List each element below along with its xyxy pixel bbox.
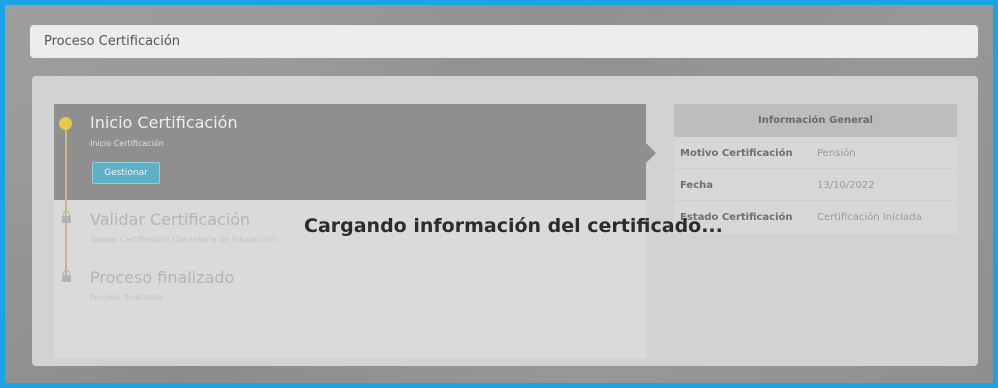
page-title: Proceso Certificación xyxy=(44,34,181,49)
gestionar-button-label: Gestionar xyxy=(104,168,148,178)
step-title-finalizado: Proceso finalizado xyxy=(90,268,235,287)
info-value-estado: Certificación Iniciada xyxy=(817,212,922,223)
info-general-header: Información General xyxy=(674,104,957,137)
info-row xyxy=(674,169,957,201)
step-subtitle-validar: Validar Certificación (Secretaría de Edu… xyxy=(90,235,276,244)
step-title-inicio: Inicio Certificación xyxy=(90,113,238,132)
gestionar-button[interactable]: Gestionar xyxy=(92,162,160,184)
step-pointer-arrow xyxy=(646,143,656,163)
info-value-motivo: Pensión xyxy=(817,148,856,159)
circle-dot-icon xyxy=(59,117,72,130)
info-general-title: Información General xyxy=(758,115,873,126)
step-subtitle-inicio: Inicio Certificación xyxy=(90,139,164,148)
lock-icon xyxy=(62,211,71,223)
info-label-motivo: Motivo Certificación xyxy=(680,148,793,159)
step-title-validar: Validar Certificación xyxy=(90,210,251,229)
step-subtitle-finalizado: Proceso finalizado xyxy=(90,293,163,302)
info-value-fecha: 13/10/2022 xyxy=(817,180,875,191)
lock-icon xyxy=(62,270,71,282)
info-label-fecha: Fecha xyxy=(680,180,714,191)
timeline-connector xyxy=(65,128,67,278)
loading-message: Cargando información del certificado... xyxy=(304,215,723,237)
page-title-bar: Proceso Certificación xyxy=(30,25,978,58)
